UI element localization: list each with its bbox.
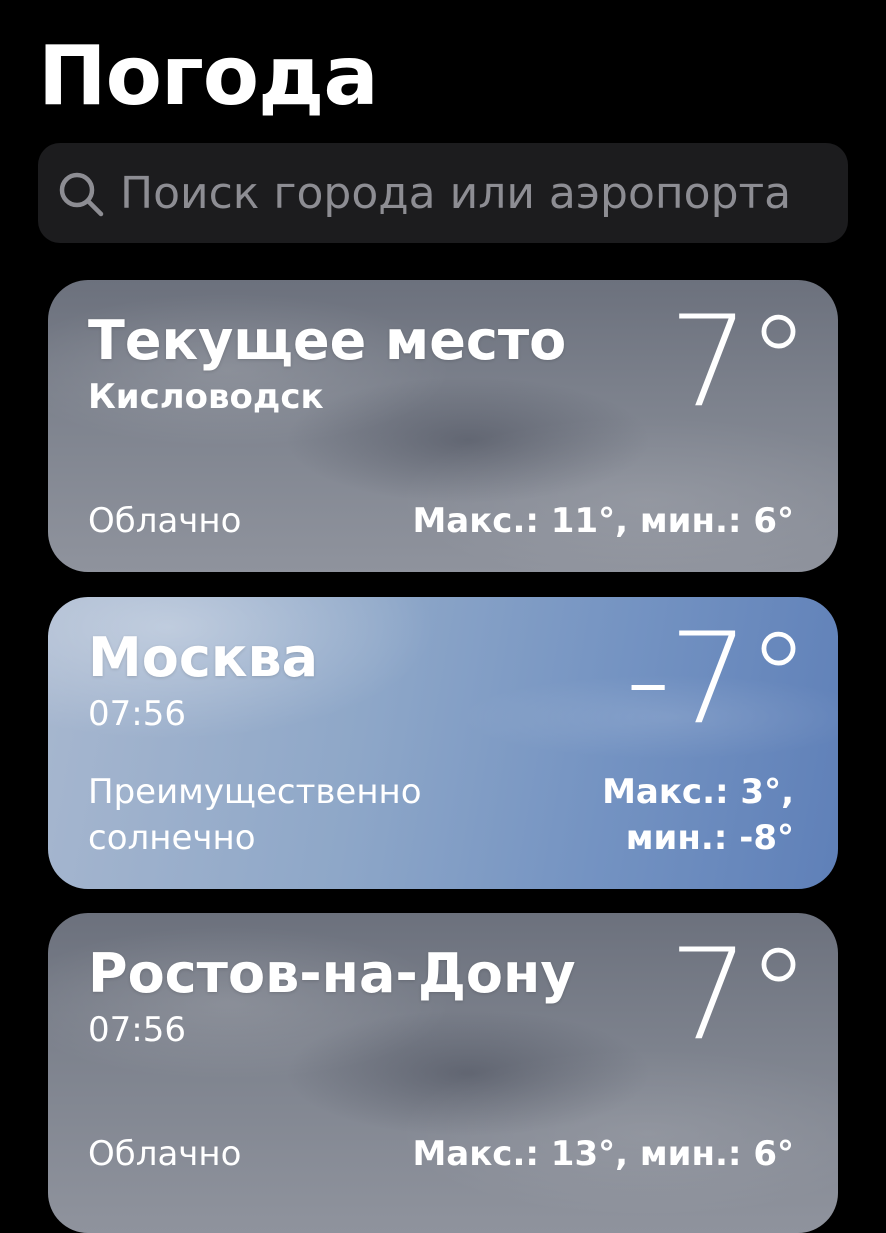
search-bar[interactable] bbox=[38, 143, 848, 243]
page-title: Погода bbox=[38, 29, 379, 124]
high-low-temperature: Макс.: 13°, мин.: 6° bbox=[412, 1134, 794, 1174]
location-card-rostov[interactable]: Ростов-на-Дону 07:56 7° Облачно Макс.: 1… bbox=[48, 913, 838, 1233]
local-time: 07:56 bbox=[88, 1010, 186, 1050]
current-temperature: -7° bbox=[625, 605, 810, 752]
location-card-current[interactable]: Текущее место Кисловодск 7° Облачно Макс… bbox=[48, 280, 838, 572]
current-temperature: 7° bbox=[668, 288, 810, 435]
current-temperature: 7° bbox=[668, 921, 810, 1068]
weather-condition: Облачно bbox=[88, 501, 242, 541]
local-time: 07:56 bbox=[88, 694, 186, 734]
search-icon bbox=[56, 169, 106, 219]
location-name: Москва bbox=[88, 626, 319, 689]
location-name: Текущее место bbox=[88, 309, 567, 372]
search-input[interactable] bbox=[120, 143, 830, 243]
weather-condition: Преимущественно солнечно bbox=[88, 772, 422, 858]
location-city: Кисловодск bbox=[88, 377, 324, 417]
weather-condition: Облачно bbox=[88, 1134, 242, 1174]
high-low-temperature: Макс.: 3°, мин.: -8° bbox=[602, 772, 794, 858]
location-name: Ростов-на-Дону bbox=[88, 942, 576, 1005]
high-low-temperature: Макс.: 11°, мин.: 6° bbox=[412, 501, 794, 541]
location-card-moscow[interactable]: Москва 07:56 -7° Преимущественно солнечн… bbox=[48, 597, 838, 889]
